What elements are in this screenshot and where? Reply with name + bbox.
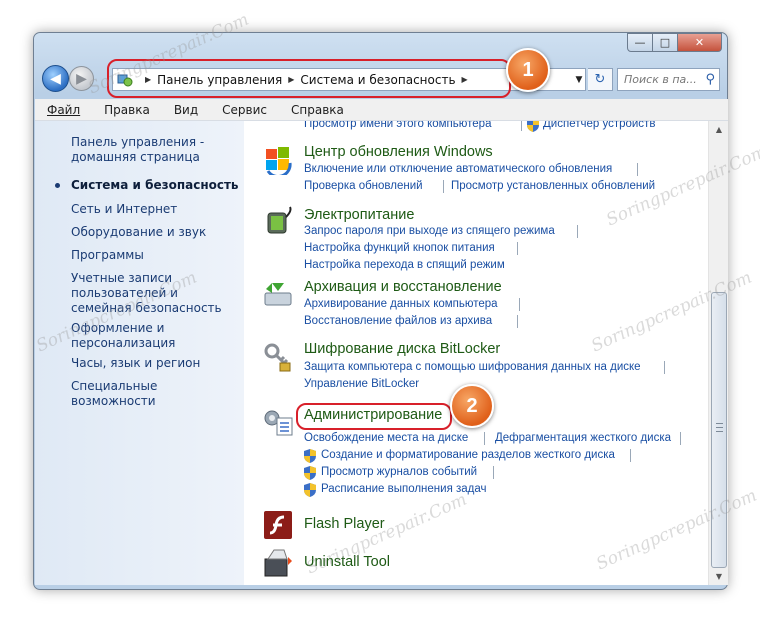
sidebar-item-appearance[interactable]: Оформление и персонализация (71, 321, 191, 351)
link-encrypt-disk[interactable]: Защита компьютера с помощью шифрования д… (304, 361, 641, 373)
uninstall-tool-icon (264, 549, 292, 577)
callout-frame-administration (296, 403, 452, 430)
search-placeholder: Поиск в па... (624, 73, 697, 86)
admin-tools-icon (264, 410, 293, 436)
link-sleep-settings[interactable]: Настройка перехода в спящий режим (304, 259, 505, 271)
menu-tools[interactable]: Сервис (222, 103, 267, 117)
sidebar-item-accessibility[interactable]: Специальные возможности (71, 379, 244, 409)
close-button[interactable]: ✕ (678, 33, 722, 52)
link-separator (443, 180, 444, 193)
battery-power-icon (267, 206, 292, 234)
link-wake-password[interactable]: Запрос пароля при выходе из спящего режи… (304, 225, 555, 237)
vertical-scrollbar[interactable]: ▲ ▼ (708, 121, 728, 585)
grip-icon (716, 423, 723, 432)
windows-update-icon (266, 147, 292, 175)
back-button[interactable]: ◀ (42, 65, 69, 92)
callout-frame-address (107, 59, 511, 98)
link-separator (493, 466, 494, 479)
section-title-backup[interactable]: Архивация и восстановление (304, 279, 502, 295)
link-separator (577, 225, 578, 238)
forward-button[interactable]: ▶ (69, 66, 94, 91)
sidebar-item-home[interactable]: Панель управления - домашняя страница (71, 135, 221, 165)
search-input[interactable]: Поиск в па... ⚲ (617, 68, 720, 91)
section-title-power[interactable]: Электропитание (304, 207, 414, 223)
bitlocker-keys-icon (264, 343, 291, 372)
backup-icon (264, 283, 292, 306)
link-separator (519, 298, 520, 311)
active-bullet-icon (55, 183, 60, 188)
flash-player-icon (264, 511, 292, 539)
section-title-windows-update[interactable]: Центр обновления Windows (304, 144, 493, 160)
caption-buttons: — □ ✕ (627, 33, 722, 52)
link-separator (680, 432, 681, 445)
link-backup-data[interactable]: Архивирование данных компьютера (304, 298, 498, 310)
refresh-button[interactable]: ↻ (588, 68, 613, 91)
callout-badge-2: 2 (450, 384, 494, 428)
main-panel: Просмотр имени этого компьютера Диспетче… (244, 121, 708, 585)
link-separator (521, 121, 522, 131)
callout-badge-1: 1 (506, 48, 550, 92)
link-computer-name[interactable]: Просмотр имени этого компьютера (304, 121, 491, 130)
section-title-uninstall-tool[interactable]: Uninstall Tool (304, 554, 390, 570)
menu-bar: Файл Правка Вид Сервис Справка (35, 99, 728, 121)
scroll-thumb[interactable] (711, 292, 727, 568)
shield-icon (527, 121, 539, 132)
link-auto-update[interactable]: Включение или отключение автоматического… (304, 163, 612, 175)
link-restore-files[interactable]: Восстановление файлов из архива (304, 315, 492, 327)
section-title-flash-player[interactable]: Flash Player (304, 516, 385, 532)
link-separator (517, 242, 518, 255)
menu-view[interactable]: Вид (174, 103, 198, 117)
sidebar-item-programs[interactable]: Программы (71, 248, 144, 263)
maximize-button[interactable]: □ (653, 33, 678, 52)
link-event-logs[interactable]: Просмотр журналов событий (321, 466, 477, 478)
link-separator (484, 432, 485, 445)
menu-help[interactable]: Справка (291, 103, 344, 117)
shield-icon (304, 449, 316, 463)
sidebar-item-hardware[interactable]: Оборудование и звук (71, 225, 206, 240)
shield-icon (304, 466, 316, 480)
control-panel-window: — □ ✕ ◀ ▶ ▶ Панель управления ▶ Система … (33, 32, 728, 590)
link-power-buttons[interactable]: Настройка функций кнопок питания (304, 242, 495, 254)
search-icon[interactable]: ⚲ (705, 72, 715, 87)
sidebar-item-system-security[interactable]: Система и безопасность (71, 178, 239, 193)
link-task-scheduler[interactable]: Расписание выполнения задач (321, 483, 487, 495)
address-dropdown-icon[interactable]: ▼ (568, 68, 590, 91)
link-separator (630, 449, 631, 462)
link-defragment[interactable]: Дефрагментация жесткого диска (495, 432, 671, 444)
link-device-manager[interactable]: Диспетчер устройств (543, 121, 655, 130)
content-area: Панель управления - домашняя страница Си… (35, 121, 728, 585)
menu-edit[interactable]: Правка (104, 103, 150, 117)
scroll-up-icon[interactable]: ▲ (709, 121, 729, 138)
sidebar-item-accounts[interactable]: Учетные записи пользователей и семейная … (71, 271, 231, 316)
sidebar: Панель управления - домашняя страница Си… (35, 121, 244, 585)
section-title-bitlocker[interactable]: Шифрование диска BitLocker (304, 341, 500, 357)
link-separator (517, 315, 518, 328)
sidebar-item-network[interactable]: Сеть и Интернет (71, 202, 177, 217)
link-installed-updates[interactable]: Просмотр установленных обновлений (451, 180, 655, 192)
minimize-button[interactable]: — (627, 33, 653, 52)
shield-icon (304, 483, 316, 497)
scroll-down-icon[interactable]: ▼ (709, 568, 729, 585)
link-manage-bitlocker[interactable]: Управление BitLocker (304, 378, 419, 390)
link-separator (637, 163, 638, 176)
link-disk-partitions[interactable]: Создание и форматирование разделов жестк… (321, 449, 615, 461)
link-disk-cleanup[interactable]: Освобождение места на диске (304, 432, 468, 444)
sidebar-item-clock[interactable]: Часы, язык и регион (71, 356, 200, 371)
link-separator (664, 361, 665, 374)
link-check-updates[interactable]: Проверка обновлений (304, 180, 423, 192)
menu-file[interactable]: Файл (47, 103, 80, 117)
